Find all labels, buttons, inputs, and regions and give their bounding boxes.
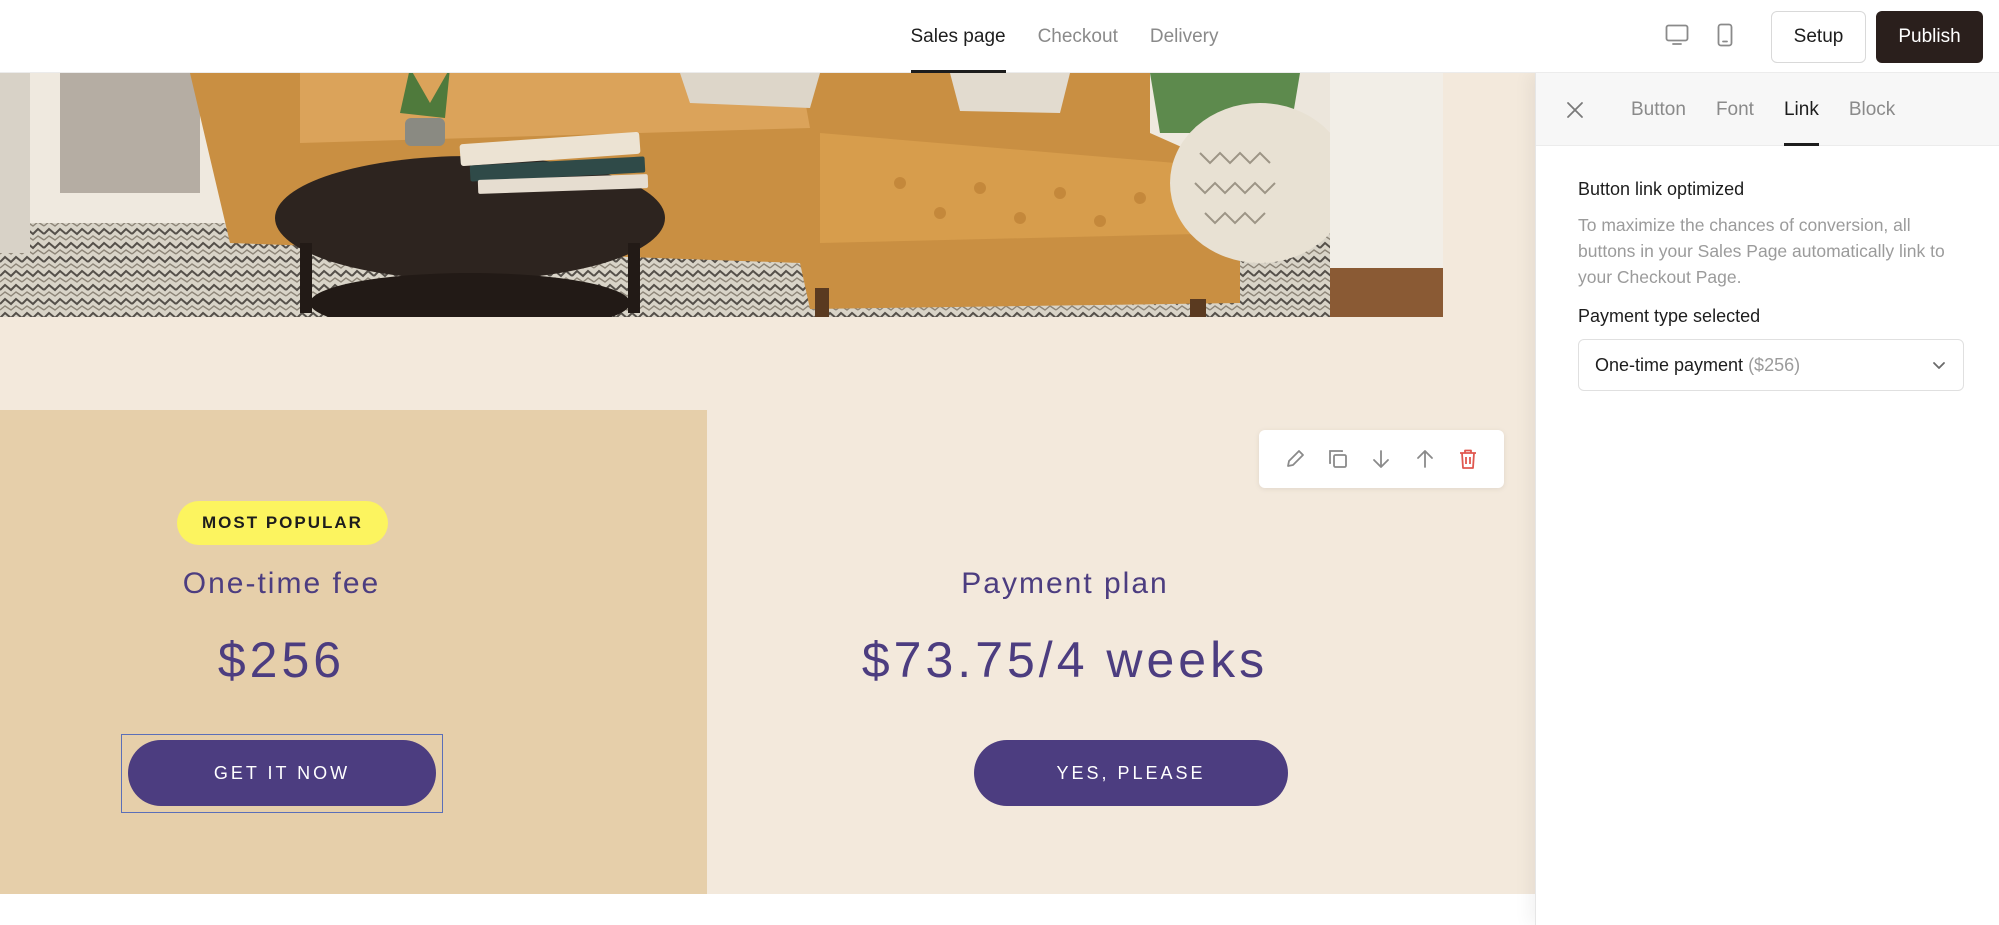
duplicate-icon[interactable] [1324,445,1352,473]
mobile-icon[interactable] [1712,22,1738,48]
yes-please-button[interactable]: YES, PLEASE [974,740,1288,806]
plan-title: Payment plan [961,567,1169,600]
move-up-icon[interactable] [1411,445,1439,473]
panel-tabs: Button Font Link Block [1631,73,1895,146]
plan-price: $256 [217,632,346,688]
settings-panel: Button Font Link Block Button link optim… [1535,73,1999,925]
plan-price: $73.75/4 weeks [861,632,1269,688]
publish-button[interactable]: Publish [1876,11,1983,63]
payment-type-amount: ($256) [1748,355,1801,375]
plan-title: One-time fee [182,567,381,600]
delete-icon[interactable] [1454,445,1482,473]
setup-button[interactable]: Setup [1771,11,1866,63]
edit-icon[interactable] [1281,445,1309,473]
most-popular-badge: MOST POPULAR [177,501,388,545]
section-description: To maximize the chances of conversion, a… [1578,215,1945,287]
get-it-now-button[interactable]: GET IT NOW [128,740,436,806]
pricing-card-one-time: MOST POPULAR One-time fee $256 GET IT NO… [0,410,707,894]
tab-delivery[interactable]: Delivery [1150,0,1219,73]
tab-block[interactable]: Block [1849,73,1895,146]
payment-type-value: One-time payment [1595,355,1749,375]
tab-sales-page[interactable]: Sales page [910,0,1006,73]
link-settings: Button link optimized To maximize the ch… [1578,179,1964,391]
close-icon[interactable] [1560,95,1590,125]
tab-font[interactable]: Font [1716,73,1754,146]
top-bar: Sales page Checkout Delivery Setup Publi… [0,0,1999,73]
page-canvas: MOST POPULAR One-time fee $256 GET IT NO… [0,73,1535,925]
living-room-photo [0,73,1443,317]
panel-header: Button Font Link Block [1536,73,1999,146]
payment-type-label: Payment type selected [1578,306,1761,326]
next-block-edge [0,894,1535,925]
block-toolbar [1259,430,1504,488]
tab-checkout[interactable]: Checkout [1038,0,1118,73]
desktop-icon[interactable] [1664,22,1690,48]
section-title: Button link optimized [1578,179,1745,199]
device-preview-toggle [1664,22,1738,48]
payment-type-select[interactable]: One-time payment ($256) [1578,339,1964,391]
tab-link[interactable]: Link [1783,73,1819,146]
tab-button[interactable]: Button [1631,73,1686,146]
move-down-icon[interactable] [1367,445,1395,473]
chevron-down-icon [1933,362,1945,369]
